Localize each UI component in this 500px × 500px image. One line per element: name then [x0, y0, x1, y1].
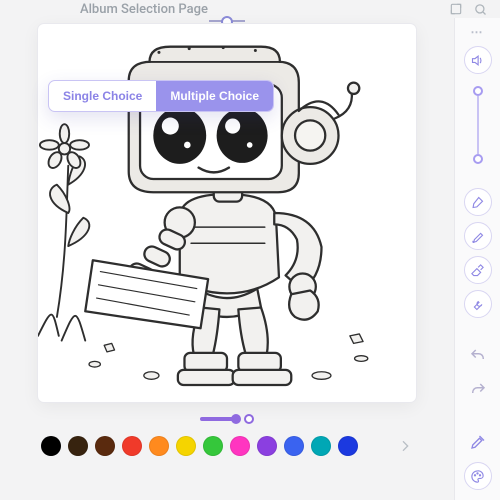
body: Single Choice Multiple Choice [0, 18, 500, 500]
eyedropper-button[interactable] [464, 428, 492, 456]
title-bar: Album Selection Page [0, 0, 500, 18]
more-menu-icon[interactable]: ⋯ [471, 28, 485, 36]
color-swatch[interactable] [122, 436, 142, 456]
page-title: Album Selection Page [80, 2, 208, 17]
search-icon[interactable] [472, 1, 488, 17]
wrench-tool-button[interactable] [464, 290, 492, 318]
brush-size-track [200, 417, 238, 421]
color-swatch[interactable] [230, 436, 250, 456]
color-swatch[interactable] [257, 436, 277, 456]
color-swatch[interactable] [311, 436, 331, 456]
single-choice-button[interactable]: Single Choice [49, 81, 156, 111]
brush-tool-button[interactable] [464, 188, 492, 216]
multiple-choice-button[interactable]: Multiple Choice [156, 81, 273, 111]
color-swatch[interactable] [284, 436, 304, 456]
brush-size-max-dot [244, 414, 254, 424]
palette-button[interactable] [464, 462, 492, 490]
color-swatch[interactable] [95, 436, 115, 456]
app-root: Album Selection Page Single Choice Multi… [0, 0, 500, 500]
color-swatch[interactable] [176, 436, 196, 456]
color-swatch[interactable] [149, 436, 169, 456]
tool-rail: ⋯ [454, 18, 500, 500]
palette-next-icon[interactable] [397, 438, 413, 454]
undo-button[interactable] [464, 342, 492, 370]
slider-handle-top[interactable] [473, 86, 483, 96]
slider-track [477, 96, 479, 154]
eraser-tool-button[interactable] [464, 256, 492, 284]
color-swatch[interactable] [203, 436, 223, 456]
paint-tube-tool-button[interactable] [464, 222, 492, 250]
brush-size-slider[interactable] [47, 414, 407, 424]
tool-vertical-slider[interactable] [473, 86, 483, 164]
sound-button[interactable] [464, 46, 492, 74]
stage: Single Choice Multiple Choice [0, 18, 454, 500]
color-swatch[interactable] [41, 436, 61, 456]
expand-icon[interactable] [448, 1, 464, 17]
color-palette [0, 436, 454, 456]
choice-group: Single Choice Multiple Choice [48, 80, 274, 112]
color-swatch[interactable] [68, 436, 88, 456]
slider-handle-bottom[interactable] [473, 154, 483, 164]
color-swatch[interactable] [338, 436, 358, 456]
redo-button[interactable] [464, 376, 492, 404]
